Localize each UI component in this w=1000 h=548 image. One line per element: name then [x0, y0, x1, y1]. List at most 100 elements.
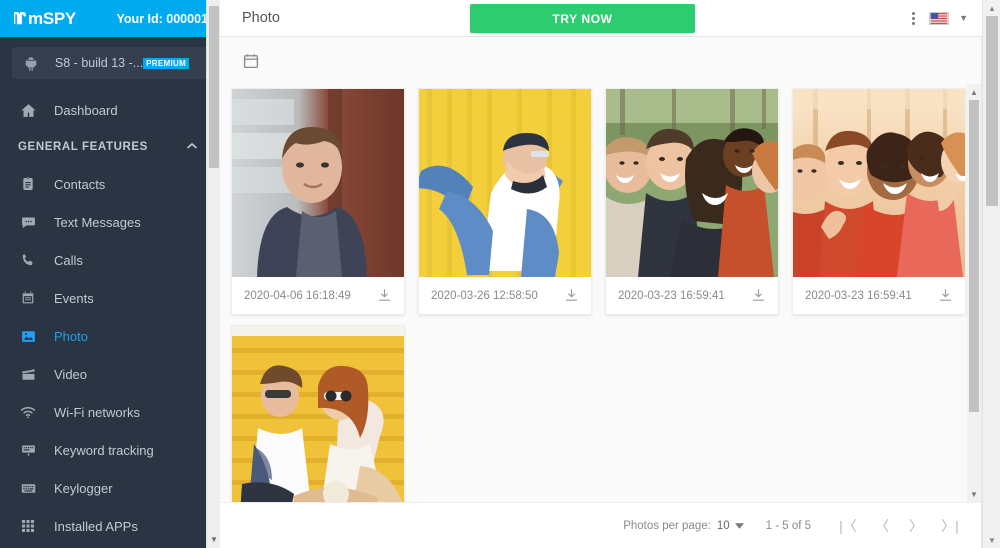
scroll-up-arrow-icon[interactable]: ▲ [983, 0, 1000, 16]
sidebar-item-wifi-networks[interactable]: Wi-Fi networks [0, 393, 220, 431]
sidebar-item-installed-apps[interactable]: Installed APPs [0, 507, 220, 545]
more-vert-icon[interactable] [908, 9, 919, 28]
calendar-icon[interactable] [242, 52, 260, 70]
photo-meta: 2020-04-06 16:18:49 [232, 277, 404, 314]
last-page-button[interactable]: 〉| [933, 511, 967, 541]
prev-page-button[interactable]: 〈 [865, 511, 899, 541]
mspy-logo[interactable]: mSPY [14, 9, 76, 29]
photo-card[interactable]: 2020-03-23 16:59:41 [792, 88, 966, 315]
home-icon [18, 100, 38, 120]
photo-meta: 2020-03-26 12:58:50 [419, 277, 591, 314]
sidebar-scrollbar[interactable]: ▼ [206, 0, 220, 548]
keyboard-icon [18, 478, 38, 498]
scroll-down-arrow-icon[interactable]: ▼ [967, 487, 981, 501]
photo-area-scrollbar[interactable]: ▲ ▼ [967, 84, 981, 502]
device-name-text: S8 - build 13 -... [54, 56, 144, 70]
chevron-down-icon[interactable]: ▼ [959, 13, 968, 23]
sidebar-item-label: Photo [54, 328, 88, 344]
device-name: S8 - build 13 -... PREMIUM [40, 56, 198, 70]
phone-icon [18, 250, 38, 270]
keyword-icon [18, 440, 38, 460]
per-page-label: Photos per page: [623, 519, 711, 532]
filter-toolbar [220, 37, 981, 84]
sidebar-nav: Dashboard GENERAL FEATURES Contacts Text… [0, 85, 220, 545]
scroll-down-arrow-icon[interactable]: ▼ [207, 532, 220, 546]
user-id-label: Your Id: 000001 [116, 11, 208, 26]
sidebar-item-label: Events [54, 290, 94, 306]
sidebar-item-label: Contacts [54, 176, 106, 192]
photo-timestamp: 2020-03-23 16:59:41 [805, 289, 912, 302]
try-now-button[interactable]: TRY NOW [470, 4, 695, 33]
sidebar-item-label: Installed APPs [54, 518, 138, 534]
download-icon[interactable] [377, 288, 392, 303]
sidebar-item-label: Calls [54, 252, 83, 268]
sidebar-section-label: GENERAL FEATURES [18, 141, 148, 153]
page-scrollbar-thumb[interactable] [986, 16, 998, 206]
apps-grid-icon [18, 516, 38, 536]
first-page-button[interactable]: |〈 [831, 511, 865, 541]
sidebar-item-label: Wi-Fi networks [54, 404, 140, 420]
photo-grid: 2020-04-06 16:18:49 2020-03-26 12:58:50 … [220, 84, 981, 502]
wifi-icon [18, 402, 38, 422]
sidebar-item-keyword-tracking[interactable]: Keyword tracking [0, 431, 220, 469]
photo-thumbnail[interactable] [232, 326, 404, 502]
photo-meta: 2020-03-23 16:59:41 [606, 277, 778, 314]
photo-thumbnail[interactable] [606, 89, 778, 277]
photo-card[interactable]: 2020-04-06 16:18:49 [231, 88, 405, 315]
main-area: Photo TRY NOW ▼ 2020-04-06 16:18:49 2020… [220, 0, 1000, 548]
topbar-actions: ▼ [908, 9, 986, 28]
sidebar-item-contacts[interactable]: Contacts [0, 165, 220, 203]
sidebar-item-events[interactable]: Events [0, 279, 220, 317]
photo-card[interactable] [231, 325, 405, 502]
sidebar-header: mSPY Your Id: 000001 [0, 0, 220, 37]
page-scrollbar[interactable]: ▲ ▼ [982, 0, 1000, 548]
photo-thumbnail[interactable] [419, 89, 591, 277]
page-title: Photo [242, 10, 280, 26]
logo-m-icon [14, 12, 26, 25]
photo-meta: 2020-03-23 16:59:41 [793, 277, 965, 314]
download-icon[interactable] [564, 288, 579, 303]
sidebar-item-photo[interactable]: Photo [0, 317, 220, 355]
per-page-select[interactable]: 10 [717, 520, 744, 532]
us-flag-icon[interactable] [929, 11, 950, 25]
sidebar-item-label: Dashboard [54, 102, 118, 118]
chevron-up-icon [186, 141, 198, 153]
sidebar-item-calls[interactable]: Calls [0, 241, 220, 279]
sidebar-item-dashboard[interactable]: Dashboard [0, 91, 220, 129]
message-icon [18, 212, 38, 232]
photo-timestamp: 2020-03-23 16:59:41 [618, 289, 725, 302]
photo-card[interactable]: 2020-03-26 12:58:50 [418, 88, 592, 315]
photo-thumbnail[interactable] [232, 89, 404, 277]
photo-thumbnail[interactable] [793, 89, 965, 277]
per-page-value: 10 [716, 519, 730, 532]
calendar-icon [18, 288, 38, 308]
chevron-down-icon [734, 522, 744, 529]
logo-label: mSPY [28, 8, 76, 28]
android-icon [25, 57, 37, 71]
photo-timestamp: 2020-03-26 12:58:50 [431, 289, 538, 302]
contacts-icon [18, 174, 38, 194]
sidebar-item-label: Keylogger [54, 480, 113, 496]
sidebar-scrollbar-thumb[interactable] [209, 6, 219, 168]
next-page-button[interactable]: 〉 [899, 511, 933, 541]
photo-area-scrollbar-thumb[interactable] [969, 100, 979, 412]
photo-timestamp: 2020-04-06 16:18:49 [244, 289, 351, 302]
device-selector[interactable]: S8 - build 13 -... PREMIUM [12, 47, 208, 79]
download-icon[interactable] [938, 288, 953, 303]
photo-card[interactable]: 2020-03-23 16:59:41 [605, 88, 779, 315]
scroll-down-arrow-icon[interactable]: ▼ [983, 532, 1000, 548]
sidebar-item-text-messages[interactable]: Text Messages [0, 203, 220, 241]
photo-panel: 2020-04-06 16:18:49 2020-03-26 12:58:50 … [220, 37, 982, 548]
download-icon[interactable] [751, 288, 766, 303]
sidebar-item-video[interactable]: Video [0, 355, 220, 393]
sidebar-item-label: Video [54, 366, 88, 382]
sidebar-item-label: Keyword tracking [54, 442, 154, 458]
scroll-up-arrow-icon[interactable]: ▲ [967, 85, 981, 99]
photo-scroll-area: 2020-04-06 16:18:49 2020-03-26 12:58:50 … [220, 84, 981, 502]
topbar: Photo TRY NOW ▼ [220, 0, 1000, 37]
sidebar-item-keylogger[interactable]: Keylogger [0, 469, 220, 507]
page-range-label: 1 - 5 of 5 [765, 519, 811, 532]
sidebar-item-label: Text Messages [54, 214, 141, 230]
paginator: Photos per page: 10 1 - 5 of 5 |〈 〈 〉 〉| [220, 502, 981, 548]
sidebar-section-general-features[interactable]: GENERAL FEATURES [0, 129, 220, 165]
